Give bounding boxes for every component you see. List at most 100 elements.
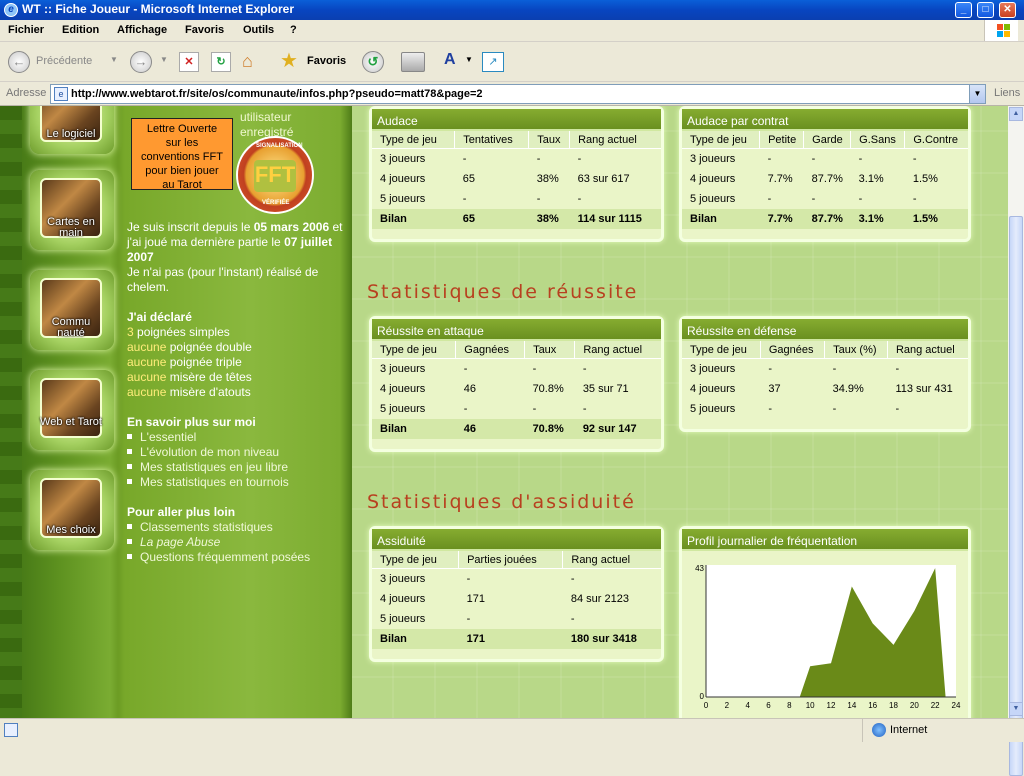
y-min-label: 0 [700, 692, 705, 701]
cell: - [811, 192, 816, 205]
minimize-button[interactable]: _ [955, 2, 972, 18]
cell: - [577, 192, 582, 205]
loin-link[interactable]: La page Abuse [127, 535, 220, 550]
savoir-link-label[interactable]: Mes statistiques en tournois [140, 475, 289, 489]
assiduite-box: Assiduité Type de jeu Parties jouées Rang … [369, 526, 664, 662]
cell: - [577, 152, 582, 165]
address-url[interactable]: http://www.webtarot.fr/site/os/communaut… [71, 88, 483, 100]
loin-link[interactable]: Questions fréquemment posées [127, 550, 310, 565]
cell: - [532, 402, 537, 415]
cell: 3.1% [858, 172, 884, 185]
cell: 3.1% [850, 208, 905, 229]
attaque-box: Réussite en attaque Type de jeu Gagnées Ta… [369, 316, 664, 452]
cell: 4 joueurs [690, 172, 736, 185]
declare-item: aucune misère de têtes [127, 370, 252, 385]
assiduite-table: Type de jeu Parties jouées Rang actuel 3 j… [372, 551, 661, 649]
nav-logiciel[interactable]: Le logiciel [30, 106, 114, 154]
loin-link-label[interactable]: Questions fréquemment posées [140, 550, 310, 564]
favorites-button-label[interactable]: Favoris [307, 55, 346, 79]
links-button[interactable]: Liens [994, 87, 1020, 99]
cell: Bilan [372, 208, 455, 229]
vertical-scrollbar[interactable]: ▲ ▼ [1008, 106, 1024, 776]
menu-favoris[interactable]: Favoris [185, 24, 224, 36]
forward-arrow-icon[interactable]: → [130, 51, 152, 73]
close-button[interactable]: ✕ [999, 2, 1016, 18]
y-max-label: 43 [695, 564, 704, 573]
savoir-link-label[interactable]: Mes statistiques en jeu libre [140, 460, 288, 474]
address-dropdown-icon[interactable]: ▼ [969, 85, 985, 103]
cell: 46 [463, 382, 477, 395]
cell: - [536, 192, 541, 205]
declare-count: aucune [127, 385, 167, 399]
forward-dropdown-icon[interactable]: ▼ [160, 55, 168, 79]
savoir-link-label[interactable]: L'évolution de mon niveau [140, 445, 279, 459]
inscrit-prefix: Je suis inscrit depuis le [127, 220, 251, 234]
back-button-label[interactable]: Précédente [36, 55, 92, 79]
nav-web-et-tarot[interactable]: Web et Tarot [30, 370, 114, 450]
lettre-ouverte-banner[interactable]: Lettre Ouverte sur les conventions FFT p… [131, 118, 233, 191]
menu-outils[interactable]: Outils [243, 24, 274, 36]
declare-label: poignées simples [137, 325, 230, 339]
loin-title: Pour aller plus loin [127, 505, 236, 519]
cell: 113 sur 431 [895, 382, 953, 395]
messenger-icon[interactable]: ↗ [482, 52, 504, 72]
cell: - [463, 402, 468, 415]
back-dropdown-icon[interactable]: ▼ [110, 55, 118, 79]
x-tick-label: 24 [952, 701, 961, 710]
cell: 5 joueurs [380, 612, 426, 625]
address-input[interactable]: e http://www.webtarot.fr/site/os/communa… [50, 84, 986, 104]
scroll-down-icon[interactable]: ▼ [1009, 702, 1023, 716]
cell: 3 joueurs [690, 362, 736, 375]
col-header: Type de jeu [682, 341, 761, 359]
savoir-link[interactable]: L'essentiel [127, 430, 196, 445]
nav-communaute[interactable]: Commu nauté [30, 270, 114, 350]
cell: - [912, 152, 917, 165]
cell: 34.9% [832, 382, 864, 395]
lettre-line: sur les [165, 137, 199, 149]
cell: - [466, 612, 471, 625]
menu-edition[interactable]: Edition [62, 24, 99, 36]
x-tick-label: 12 [827, 701, 836, 710]
cell: 5 joueurs [380, 402, 426, 415]
savoir-link[interactable]: Mes statistiques en jeu libre [127, 460, 288, 475]
back-arrow-icon[interactable]: ← [8, 51, 30, 73]
savoir-link-label[interactable]: L'essentiel [140, 430, 196, 444]
scroll-thumb[interactable] [1009, 216, 1023, 776]
cell: 70.8% [532, 382, 564, 395]
defense-box: Réussite en défense Type de jeu Gagnées Ta… [679, 316, 971, 432]
cell: - [895, 402, 900, 415]
loin-link[interactable]: Classements statistiques [127, 520, 273, 535]
declare-title: J'ai déclaré [127, 310, 192, 324]
nav-cartes-en-main[interactable]: Cartes en main [30, 170, 114, 250]
print-icon[interactable] [401, 52, 425, 72]
scroll-up-icon[interactable]: ▲ [1009, 107, 1023, 121]
cell: 5 joueurs [380, 192, 426, 205]
menu-fichier[interactable]: Fichier [8, 24, 44, 36]
home-icon[interactable]: ⌂ [242, 52, 264, 72]
stop-icon[interactable]: ✕ [179, 52, 199, 72]
maximize-button[interactable]: □ [977, 2, 994, 18]
history-icon[interactable]: ↺ [362, 51, 384, 73]
favorites-star-icon[interactable]: ★ [280, 51, 298, 75]
cell: 87.7% [803, 208, 851, 229]
refresh-icon[interactable]: ↻ [211, 52, 231, 72]
col-header: Petite [759, 131, 805, 149]
menu-affichage[interactable]: Affichage [117, 24, 167, 36]
font-dropdown-icon[interactable]: ▼ [465, 55, 473, 79]
savoir-link[interactable]: Mes statistiques en tournois [127, 475, 289, 490]
audace-contrat-table: Type de jeu Petite Garde G.Sans G.Contre 3 j… [682, 131, 968, 229]
nav-mes-choix[interactable]: Mes choix [30, 470, 114, 550]
col-header: Gagnées [455, 341, 526, 359]
cell: - [768, 362, 773, 375]
font-size-icon[interactable]: A [444, 51, 456, 75]
sidebar: Le logiciel Cartes en main Commu nauté W… [0, 106, 352, 718]
cell: - [462, 152, 467, 165]
menu-help[interactable]: ? [290, 24, 297, 36]
col-header: Gagnées [760, 341, 826, 359]
loin-link-label[interactable]: Classements statistiques [140, 520, 273, 534]
declare-count: aucune [127, 370, 167, 384]
loin-link-label[interactable]: La page Abuse [140, 535, 220, 549]
savoir-link[interactable]: L'évolution de mon niveau [127, 445, 279, 460]
section-title-reussite: Statistiques de réussite [367, 281, 639, 303]
defense-title: Réussite en défense [682, 319, 968, 341]
